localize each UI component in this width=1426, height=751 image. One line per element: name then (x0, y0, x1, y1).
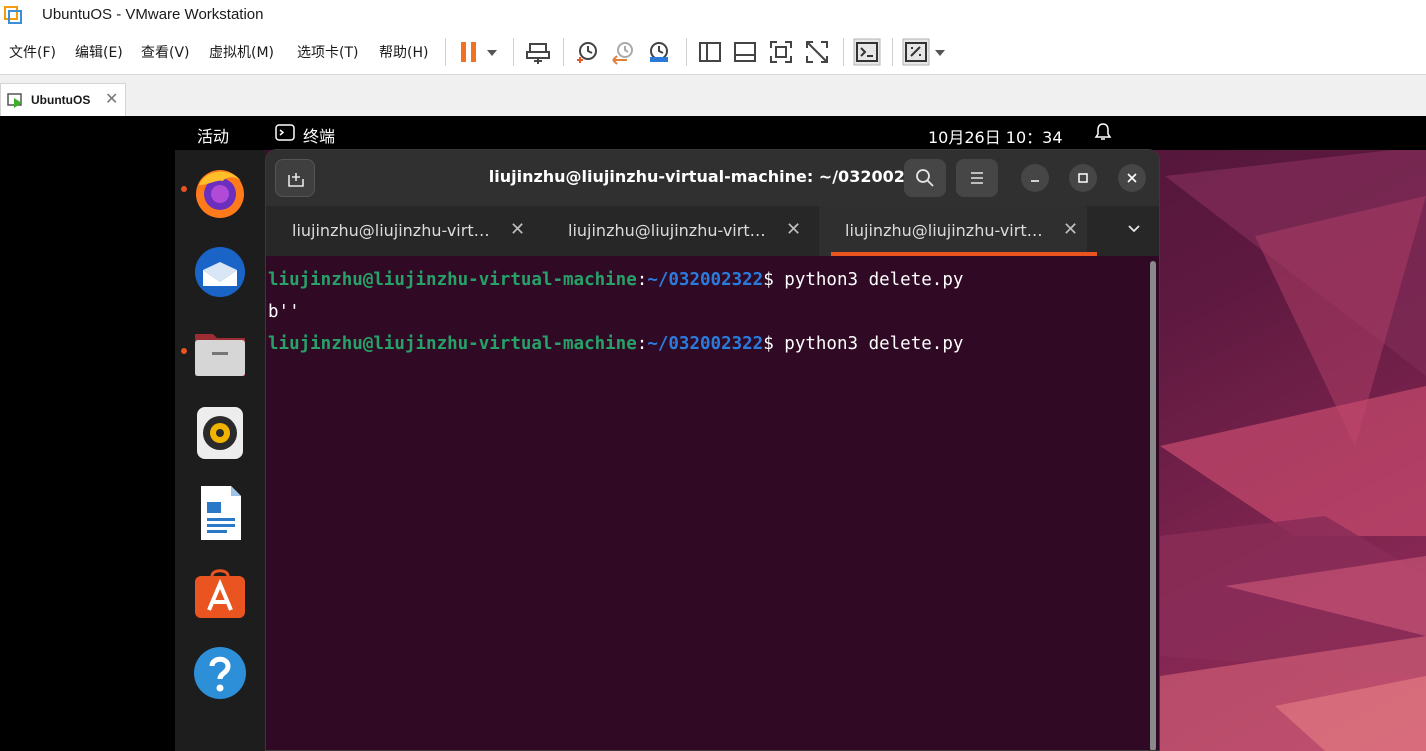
terminal-tab-strip: liujinzhu@liujinzhu-virt… ✕ liujinzhu@li… (266, 206, 1159, 256)
window-title: UbuntuOS - VMware Workstation (42, 6, 264, 23)
vm-tab-ubuntuos[interactable]: UbuntuOS ✕ (0, 83, 126, 117)
terminal-window[interactable]: liujinzhu@liujinzhu-virtual-machine: ~/0… (265, 149, 1160, 751)
vm-running-icon (7, 93, 22, 108)
thumbnail-bar-icon[interactable] (731, 38, 759, 66)
hamburger-menu-icon (971, 172, 983, 184)
guest-display[interactable]: 活动 终端 10月26日 10：34 liujinzhu@liujinzhu-v… (0, 116, 1426, 751)
snapshot-manager-icon[interactable] (645, 38, 673, 66)
search-button[interactable] (904, 159, 946, 197)
fullscreen-icon[interactable] (767, 38, 795, 66)
close-button[interactable] (1118, 164, 1146, 192)
notification-bell-icon[interactable] (1093, 122, 1113, 142)
prompt-user: liujinzhu@liujinzhu-virtual-machine (268, 334, 637, 354)
search-icon (916, 169, 934, 187)
toolbar-separator (843, 38, 844, 66)
prompt-separator: : (636, 334, 648, 354)
prompt-path: ~/032002322 (647, 270, 764, 290)
pause-icon[interactable] (455, 38, 483, 66)
toolbar-separator (686, 38, 687, 66)
activities-button[interactable]: 活动 (197, 123, 229, 147)
toolbar-separator (513, 38, 514, 66)
terminal-tab[interactable]: liujinzhu@liujinzhu-virt… ✕ (542, 206, 810, 256)
stretch-guest-icon[interactable] (902, 38, 930, 66)
command-text: $ python3 delete.py (763, 270, 964, 290)
menu-file[interactable]: 文件(F) (9, 42, 56, 62)
terminal-line: b'' (268, 296, 1159, 328)
toolbar-separator (892, 38, 893, 66)
terminal-tab-label: liujinzhu@liujinzhu-virt… (568, 221, 766, 240)
unity-icon[interactable] (803, 38, 831, 66)
terminal-tab-label: liujinzhu@liujinzhu-virt… (292, 221, 490, 240)
close-icon[interactable]: ✕ (1063, 219, 1078, 240)
rhythmbox-icon[interactable] (191, 404, 249, 462)
terminal-line: liujinzhu@liujinzhu-virtual-machine:~/03… (268, 264, 1159, 296)
app-indicator-label[interactable]: 终端 (303, 123, 335, 147)
send-ctrl-alt-del-icon[interactable] (524, 38, 552, 66)
minimize-icon (1031, 180, 1039, 182)
terminal-output[interactable]: liujinzhu@liujinzhu-virtual-machine:~/03… (266, 256, 1159, 750)
menu-edit[interactable]: 编辑(E) (75, 42, 123, 62)
ubuntu-top-bar: 活动 终端 10月26日 10：34 (175, 116, 1426, 150)
menu-help[interactable]: 帮助(H) (379, 42, 428, 62)
terminal-scrollbar[interactable] (1150, 261, 1156, 750)
dropdown-icon[interactable] (482, 38, 502, 66)
vmware-logo-icon (4, 6, 22, 24)
console-view-icon[interactable] (853, 38, 881, 66)
firefox-icon[interactable] (191, 163, 249, 221)
prompt-user: liujinzhu@liujinzhu-virtual-machine (268, 270, 637, 290)
minimize-button[interactable] (1021, 164, 1049, 192)
chevron-down-icon[interactable] (1126, 220, 1142, 236)
terminal-tab[interactable]: liujinzhu@liujinzhu-virt… ✕ (266, 206, 534, 256)
running-indicator (181, 186, 187, 192)
revert-snapshot-icon[interactable] (609, 38, 637, 66)
vm-tab-bar: UbuntuOS ✕ (0, 74, 1426, 117)
command-text: $ python3 delete.py (763, 334, 964, 354)
close-icon[interactable]: ✕ (786, 219, 801, 240)
thunderbird-icon[interactable] (191, 242, 249, 300)
terminal-icon (275, 124, 295, 141)
vm-tab-label: UbuntuOS (31, 93, 91, 107)
terminal-line: liujinzhu@liujinzhu-virtual-machine:~/03… (268, 328, 1159, 360)
toolbar-separator (445, 38, 446, 66)
running-indicator (181, 348, 187, 354)
close-icon[interactable]: ✕ (510, 219, 525, 240)
help-icon[interactable] (191, 644, 249, 702)
menu-vm[interactable]: 虚拟机(M) (209, 42, 274, 62)
terminal-tab-active[interactable]: liujinzhu@liujinzhu-virt… ✕ (819, 206, 1087, 256)
toolbar-separator (563, 38, 564, 66)
app-center-icon[interactable] (191, 564, 249, 622)
menu-view[interactable]: 查看(V) (141, 42, 190, 62)
prompt-separator: : (636, 270, 648, 290)
sidebar-icon[interactable] (696, 38, 724, 66)
clock[interactable]: 10月26日 10：34 (928, 124, 1063, 148)
close-icon (1127, 173, 1137, 183)
maximize-button[interactable] (1069, 164, 1097, 192)
hamburger-menu-button[interactable] (956, 159, 998, 197)
close-icon[interactable]: ✕ (105, 89, 118, 108)
libreoffice-writer-icon[interactable] (191, 484, 249, 542)
terminal-headerbar[interactable]: liujinzhu@liujinzhu-virtual-machine: ~/0… (266, 150, 1159, 206)
maximize-icon (1078, 173, 1088, 183)
snapshot-icon[interactable] (573, 38, 601, 66)
vmware-titlebar: UbuntuOS - VMware Workstation (0, 0, 1426, 32)
terminal-tab-label: liujinzhu@liujinzhu-virt… (845, 221, 1043, 240)
dropdown-icon[interactable] (932, 38, 948, 66)
menu-tabs[interactable]: 选项卡(T) (297, 42, 358, 62)
prompt-path: ~/032002322 (647, 334, 764, 354)
files-icon[interactable] (191, 324, 249, 382)
command-output: b'' (268, 302, 300, 322)
ubuntu-dock (175, 150, 265, 751)
